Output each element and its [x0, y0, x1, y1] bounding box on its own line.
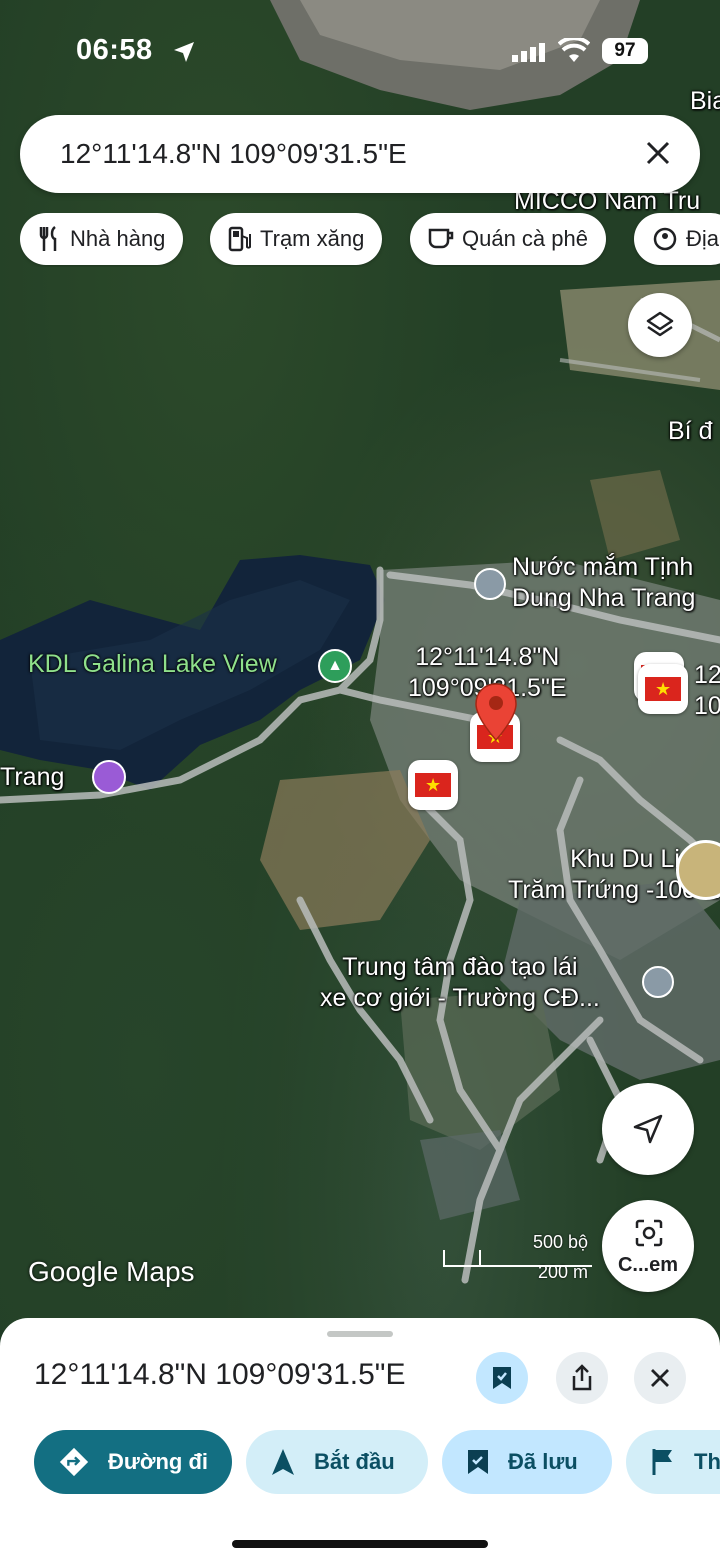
navigation-arrow-icon [272, 1449, 294, 1475]
chip-label: Nhà hàng [70, 226, 166, 251]
location-services-icon [174, 42, 194, 62]
place-title: 12°11'14.8"N 109°09'31.5"E [34, 1358, 406, 1391]
status-time: 06:58 [76, 34, 153, 66]
saved-bookmark-button[interactable] [476, 1352, 528, 1404]
battery-indicator: 97 [602, 38, 648, 64]
saved-label: Đã lưu [508, 1449, 578, 1474]
start-label: Bắt đầu [314, 1449, 395, 1474]
park-tree-icon[interactable]: ▲ [318, 649, 352, 683]
bookmark-icon [468, 1450, 488, 1474]
share-button[interactable] [556, 1352, 608, 1404]
more-action-label: Th [694, 1449, 720, 1474]
chip-coffee[interactable]: Quán cà phê [410, 213, 606, 265]
chip-label: Địa [686, 226, 720, 251]
close-sheet-button[interactable] [634, 1352, 686, 1404]
sheet-drag-handle[interactable] [327, 1331, 393, 1337]
location-pin-icon[interactable] [474, 682, 518, 742]
close-icon [651, 1369, 669, 1387]
action-buttons: Đường đi Bắt đầu Đã lưu Th [0, 1430, 720, 1496]
start-button[interactable]: Bắt đầu [246, 1430, 428, 1494]
vietnam-flag-icon[interactable] [638, 664, 688, 714]
attraction-icon [653, 227, 677, 251]
chip-gas-stations[interactable]: Trạm xăng [210, 213, 383, 265]
home-indicator[interactable] [232, 1540, 488, 1548]
layers-icon [646, 311, 674, 337]
map-label-trang[interactable]: Trang [0, 762, 64, 793]
map-layers-button[interactable] [628, 293, 692, 357]
status-bar: 06:58 97 [0, 0, 720, 100]
chip-label: Trạm xăng [260, 226, 365, 251]
poi-pin-icon[interactable] [474, 568, 506, 600]
cellular-signal-icon [512, 43, 545, 62]
map-label-right-12[interactable]: 12 10 [694, 660, 720, 722]
wifi-icon [558, 38, 590, 62]
chip-label: Quán cà phê [462, 226, 588, 251]
directions-icon [59, 1447, 89, 1477]
share-icon [572, 1364, 592, 1391]
photo-spot-icon[interactable] [92, 760, 126, 794]
bookmark-icon [493, 1367, 511, 1389]
navigation-arrow-icon [633, 1114, 663, 1144]
vietnam-flag-icon[interactable] [408, 760, 458, 810]
map-scale: 500 bộ 200 m [442, 1232, 592, 1282]
search-bar[interactable]: 12°11'14.8"N 109°09'31.5"E [20, 115, 700, 193]
category-chips: Nhà hàng Trạm xăng Quán cà phê Địa [20, 213, 720, 267]
flag-icon [652, 1449, 672, 1475]
saved-button[interactable]: Đã lưu [442, 1430, 612, 1494]
map-label-nuoc-mam[interactable]: Nước mắm Tịnh Dung Nha Trang [512, 552, 695, 614]
directions-label: Đường đi [108, 1449, 208, 1474]
gas-pump-icon [228, 226, 251, 252]
map-label-bi-do[interactable]: Bí đ [668, 416, 712, 447]
coffee-cup-icon [428, 228, 454, 249]
directions-button[interactable]: Đường đi [34, 1430, 232, 1494]
google-maps-logo: Google Maps [28, 1256, 195, 1287]
poi-pin-icon[interactable] [642, 966, 674, 998]
fork-knife-icon [39, 226, 57, 251]
map-label-galina[interactable]: KDL Galina Lake View [28, 650, 277, 679]
more-action-button[interactable]: Th [626, 1430, 720, 1494]
place-bottom-sheet[interactable]: 12°11'14.8"N 109°09'31.5"E Đường đi Bắt … [0, 1318, 720, 1564]
camera-lens-icon [635, 1219, 663, 1247]
chip-attractions[interactable]: Địa [634, 213, 720, 265]
chip-restaurants[interactable]: Nhà hàng [20, 213, 184, 265]
clear-search-icon[interactable] [642, 137, 674, 169]
my-location-button[interactable] [602, 1083, 694, 1175]
map-label-trung-tam[interactable]: Trung tâm đào tạo lái xe cơ giới - Trườn… [320, 952, 600, 1014]
google-lens-button[interactable]: C...em [602, 1200, 694, 1292]
search-query[interactable]: 12°11'14.8"N 109°09'31.5"E [60, 138, 407, 170]
lens-label: C...em [617, 1254, 679, 1276]
scale-bar [443, 1250, 592, 1267]
